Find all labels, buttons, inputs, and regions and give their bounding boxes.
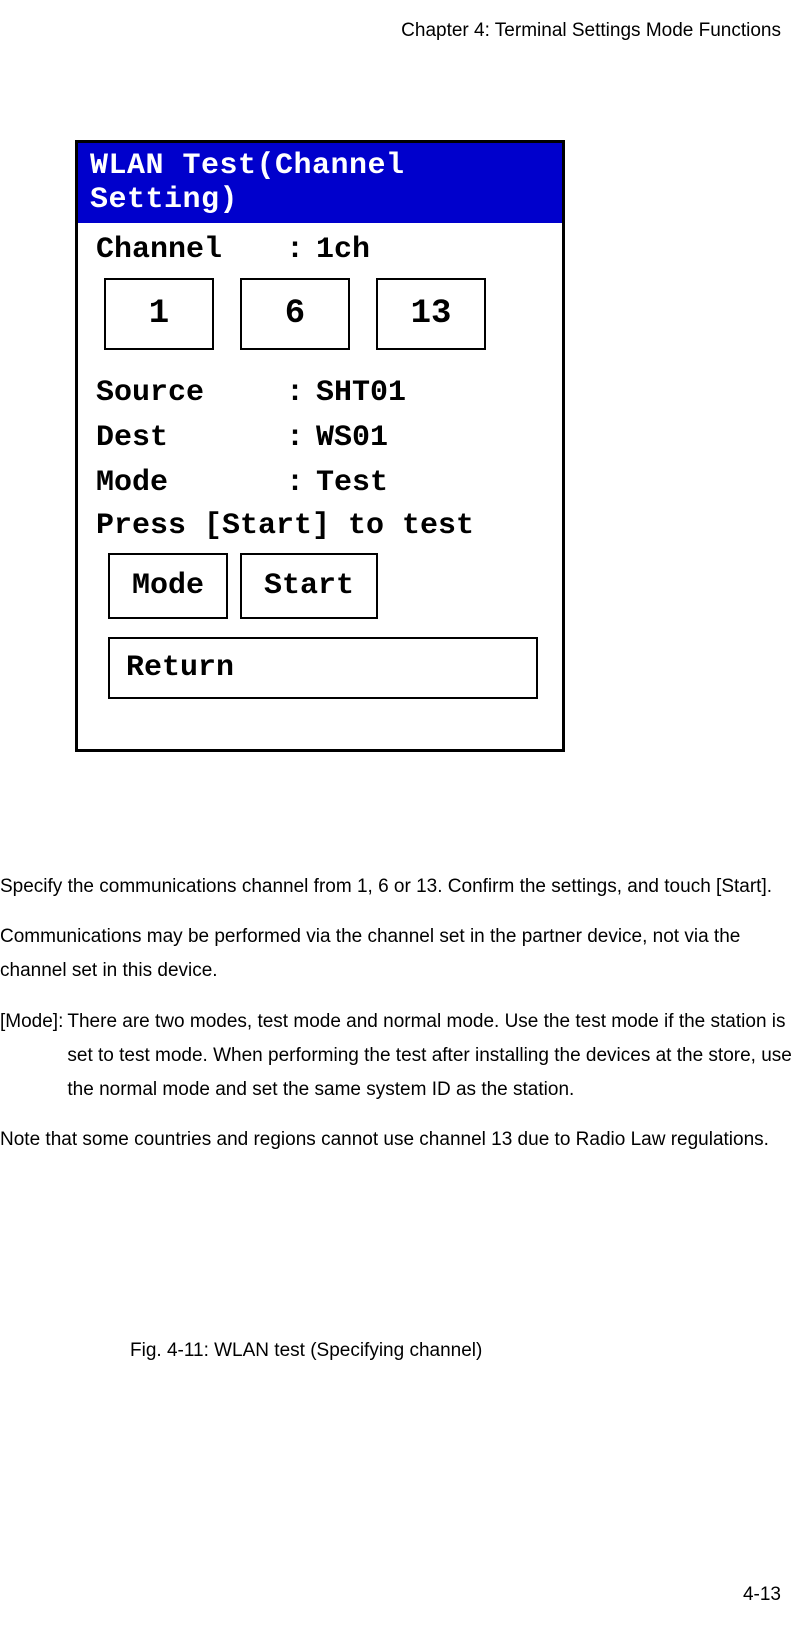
paragraph-3: [Mode]: There are two modes, test mode a…	[0, 1005, 793, 1108]
colon: :	[286, 374, 304, 413]
screen-body: Channel : 1ch 1 6 13 Source : SHT01 Dest…	[78, 223, 562, 749]
channel-13-button[interactable]: 13	[376, 278, 486, 350]
chapter-header: Chapter 4: Terminal Settings Mode Functi…	[401, 20, 781, 42]
mode-value: Test	[316, 464, 388, 503]
channel-row: Channel : 1ch	[96, 231, 544, 270]
dest-value: WS01	[316, 419, 388, 458]
page-number: 4-13	[743, 1584, 781, 1606]
source-label: Source	[96, 374, 286, 413]
colon: :	[286, 419, 304, 458]
colon: :	[286, 464, 304, 503]
channel-6-button[interactable]: 6	[240, 278, 350, 350]
mode-button[interactable]: Mode	[108, 553, 228, 619]
window-title-bar: WLAN Test(Channel Setting)	[78, 143, 562, 223]
mode-row: Mode : Test	[96, 464, 544, 503]
channel-1-button[interactable]: 1	[104, 278, 214, 350]
channel-button-group: 1 6 13	[104, 278, 544, 350]
dest-row: Dest : WS01	[96, 419, 544, 458]
channel-value: 1ch	[316, 231, 370, 270]
paragraph-1: Specify the communications channel from …	[0, 870, 793, 904]
press-start-text: Press [Start] to test	[96, 509, 544, 543]
figure-caption: Fig. 4-11: WLAN test (Specifying channel…	[130, 1340, 482, 1362]
dest-label: Dest	[96, 419, 286, 458]
mode-para-label: [Mode]:	[0, 1005, 67, 1108]
action-button-group: Mode Start	[108, 553, 544, 619]
mode-label: Mode	[96, 464, 286, 503]
paragraph-4: Note that some countries and regions can…	[0, 1123, 793, 1157]
return-button[interactable]: Return	[108, 637, 538, 699]
terminal-screenshot: WLAN Test(Channel Setting) Channel : 1ch…	[75, 140, 565, 752]
body-text: Specify the communications channel from …	[0, 870, 793, 1173]
colon: :	[286, 231, 304, 270]
start-button[interactable]: Start	[240, 553, 378, 619]
paragraph-2: Communications may be performed via the …	[0, 920, 793, 988]
source-row: Source : SHT01	[96, 374, 544, 413]
channel-label: Channel	[96, 231, 286, 270]
source-value: SHT01	[316, 374, 406, 413]
mode-para-text: There are two modes, test mode and norma…	[67, 1005, 793, 1108]
